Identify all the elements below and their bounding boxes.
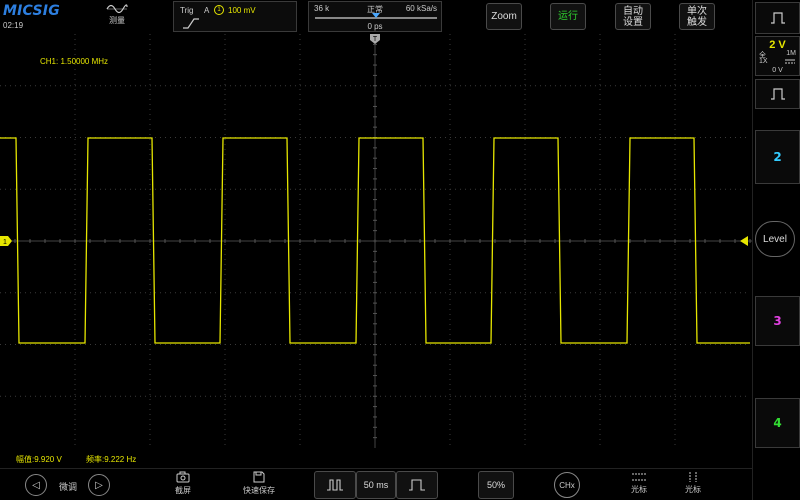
measure-label: 测量	[109, 16, 125, 25]
ch1-settings-panel[interactable]: 2 V 全 1X 1M 0 V	[755, 36, 800, 76]
auto-setup-button[interactable]: 自动 设置	[615, 3, 651, 30]
amplitude-readout: 幅值:9.920 V	[16, 455, 62, 464]
narrow-pulse-icon	[327, 479, 343, 491]
pulse-icon	[770, 88, 785, 100]
memory-depth: 36 k	[314, 4, 330, 13]
ch4-button[interactable]: 4	[755, 398, 800, 448]
trigger-level: 100 mV	[228, 6, 256, 15]
ch2-button[interactable]: 2	[755, 130, 800, 184]
wide-pulse-icon	[409, 479, 425, 491]
timebase-value[interactable]: 50 ms	[356, 471, 396, 499]
horizontal-position: 0 ps	[367, 22, 383, 31]
ch2-label: 2	[773, 150, 782, 164]
clock: 02:19	[3, 21, 24, 30]
screenshot-label: 截屏	[175, 486, 191, 495]
vertical-cursor-label: 光标	[685, 485, 701, 494]
timebase-increase-button[interactable]	[396, 471, 438, 499]
chevron-left-icon: ◁	[32, 479, 40, 491]
timebase-decrease-button[interactable]	[314, 471, 356, 499]
trigger-settings-box[interactable]: Trig A 1 100 mV	[173, 1, 297, 32]
save-icon	[253, 471, 265, 483]
rising-edge-icon	[183, 18, 199, 29]
waveform-display[interactable]: T 1	[0, 34, 752, 448]
ch3-label: 3	[773, 314, 782, 328]
fine-adjust-label[interactable]: 微调	[54, 480, 82, 493]
trigger-50-percent-button[interactable]: 50%	[478, 471, 514, 499]
horizontal-cursor-label: 光标	[631, 485, 647, 494]
memory-position-marker	[372, 13, 380, 18]
zoom-button[interactable]: Zoom	[486, 3, 522, 30]
math-pulse-button[interactable]	[755, 79, 800, 109]
trigger-marker-label: T	[373, 36, 378, 43]
trigger-channel-badge: 1	[214, 5, 224, 15]
sample-rate: 60 kSa/s	[405, 4, 437, 13]
horizontal-cursor-button[interactable]: 光标	[624, 472, 654, 495]
ch1-frequency-readout: CH1: 1.50000 MHz	[40, 57, 109, 66]
top-bar: MICSIG 02:19 测量 Trig A 1 100 mV 36 k 正常 …	[0, 0, 752, 34]
vertical-cursor-icon	[689, 472, 697, 482]
pulse-icon	[770, 12, 785, 24]
auto-setup-label-2: 设置	[623, 16, 643, 28]
screenshot-button[interactable]: 截屏	[170, 471, 196, 496]
fine-right-button[interactable]: ▷	[88, 474, 110, 496]
fine-left-button[interactable]: ◁	[25, 474, 47, 496]
ch1-marker-label: 1	[3, 239, 7, 246]
sine-wave-icon	[106, 4, 128, 14]
brand-logo: MICSIG	[3, 3, 60, 19]
quick-save-label: 快速保存	[243, 486, 275, 495]
single-trigger-button[interactable]: 单次 触发	[679, 3, 715, 30]
single-trigger-label-2: 触发	[687, 16, 707, 28]
quick-save-button[interactable]: 快速保存	[238, 471, 280, 496]
ch3-button[interactable]: 3	[755, 296, 800, 346]
vertical-cursor-button[interactable]: 光标	[678, 472, 708, 495]
dc-coupling-icon	[785, 59, 795, 64]
timebase-info-box[interactable]: 36 k 正常 60 kSa/s 0 ps	[308, 1, 442, 32]
menu-pulse-button[interactable]	[755, 2, 800, 34]
ch1-offset: 0 V	[772, 67, 783, 74]
ch4-label: 4	[773, 416, 782, 430]
measurement-bar: 幅值:9.920 V 频率:9.222 Hz	[0, 452, 752, 466]
chevron-right-icon: ▷	[95, 479, 103, 491]
level-button[interactable]: Level	[755, 221, 795, 257]
trigger-label: Trig	[180, 6, 194, 15]
run-button[interactable]: 运行	[550, 3, 586, 30]
ch1-impedance: 1M	[786, 50, 796, 57]
single-trigger-label-1: 单次	[687, 5, 707, 17]
frequency-readout: 频率:9.222 Hz	[86, 455, 137, 464]
ch1-probe: 1X	[759, 58, 768, 65]
horizontal-cursor-icon	[632, 473, 646, 481]
camera-icon	[176, 471, 190, 483]
chx-button[interactable]: CHx	[554, 472, 580, 498]
auto-setup-label-1: 自动	[623, 5, 643, 17]
measure-button[interactable]: 测量	[100, 2, 134, 32]
bottom-bar: ◁ 微调 ▷ 截屏 快速保存 50 ms 50% CHx 光标 光标	[0, 468, 752, 500]
trigger-source-letter: A	[204, 6, 210, 15]
